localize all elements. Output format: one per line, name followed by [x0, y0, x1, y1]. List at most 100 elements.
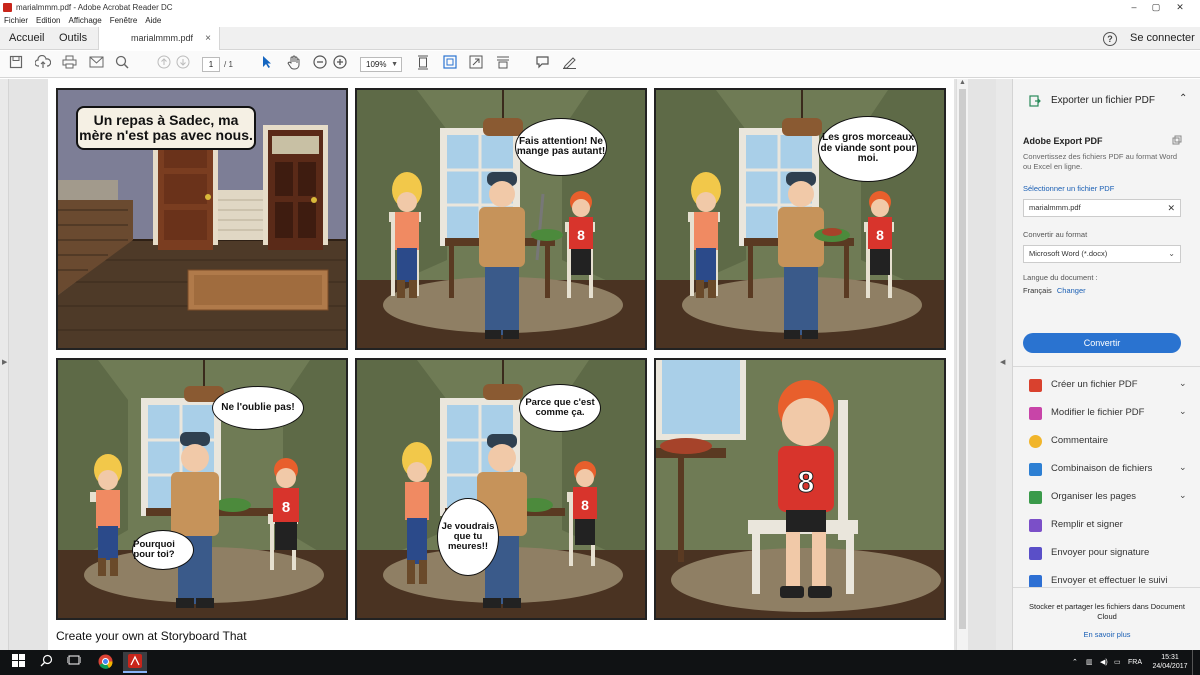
export-pdf-icon — [1029, 95, 1041, 107]
chevron-up-icon[interactable]: ⌃ — [1179, 93, 1187, 104]
tools-pane: Exporter un fichier PDF ⌃ Adobe Export P… — [1012, 79, 1200, 650]
fit-page-icon[interactable] — [414, 55, 432, 73]
scroll-up-icon[interactable]: ▲ — [959, 79, 966, 86]
storyboard-footer[interactable]: Create your own at Storyboard That — [56, 629, 247, 643]
battery-icon[interactable]: ▭ — [1114, 650, 1121, 675]
tool-fill-sign-label: Remplir et signer — [1051, 519, 1123, 530]
save-icon[interactable] — [7, 55, 25, 73]
svg-text:8: 8 — [282, 499, 290, 516]
scroll-mode-icon[interactable] — [494, 55, 512, 73]
menu-file[interactable]: Fichier — [0, 16, 32, 25]
chrome-icon[interactable] — [96, 654, 114, 671]
signin-button[interactable]: Se connecter — [1130, 27, 1195, 50]
next-page-icon[interactable] — [174, 55, 192, 73]
zoom-in-icon[interactable] — [331, 55, 349, 73]
tab-home[interactable]: Accueil — [9, 27, 44, 50]
dining-scene-5: 8 — [357, 360, 645, 618]
cloud-upload-icon[interactable] — [34, 54, 52, 73]
search-icon[interactable] — [38, 654, 54, 671]
acrobat-taskbar-icon[interactable] — [123, 652, 147, 673]
volume-icon[interactable]: ◀) — [1100, 650, 1108, 675]
tool-edit-pdf[interactable]: Modifier le fichier PDF ⌄ — [1013, 399, 1200, 427]
chevron-down-icon[interactable]: ⌄ — [1179, 462, 1187, 473]
sign-pen-icon[interactable] — [560, 55, 578, 73]
window-title: marialmmm.pdf - Adobe Acrobat Reader DC — [16, 2, 173, 12]
speech-bubble-p5-father: Parce que c'est comme ça. — [519, 384, 601, 432]
scrollbar-thumb[interactable] — [959, 89, 966, 629]
page-number-input[interactable]: 1 — [202, 57, 220, 72]
print-icon[interactable] — [60, 55, 78, 73]
document-language-label: Langue du document : — [1023, 273, 1098, 282]
rotate-icon[interactable] — [467, 55, 485, 73]
system-clock[interactable]: 15:31 24/04/2017 — [1150, 653, 1190, 671]
keyboard-language[interactable]: FRA — [1128, 650, 1142, 675]
clock-time: 15:31 — [1161, 654, 1179, 661]
select-pdf-link[interactable]: Sélectionner un fichier PDF — [1023, 184, 1114, 193]
tool-create-pdf[interactable]: Créer un fichier PDF ⌄ — [1013, 371, 1200, 399]
menu-bar: Fichier Edition Affichage Fenêtre Aide — [0, 14, 1200, 27]
pdf-page: Un repas à Sadec, ma mère n'est pas avec… — [48, 79, 954, 650]
copy-icon[interactable] — [1172, 135, 1182, 145]
network-icon[interactable]: ▥ — [1086, 650, 1093, 675]
export-pdf-label: Exporter un fichier PDF — [1051, 95, 1155, 106]
left-pane-toggle[interactable]: ▶ — [0, 79, 9, 650]
tool-comment[interactable]: Commentaire — [1013, 427, 1200, 455]
organize-pages-icon — [1029, 491, 1042, 504]
search-icon[interactable] — [113, 55, 131, 73]
tab-document[interactable]: marialmmm.pdf × — [98, 27, 220, 50]
menu-view[interactable]: Affichage — [64, 16, 105, 25]
zoom-out-icon[interactable] — [311, 55, 329, 73]
menu-edit[interactable]: Edition — [32, 16, 64, 25]
zoom-level-select[interactable]: 109% ▼ — [360, 57, 402, 72]
comic-panel-4: 8 Ne l'oublie pas! Pourquoi pour toi? — [56, 358, 348, 620]
tray-chevron-icon[interactable]: ⌃ — [1072, 650, 1078, 675]
document-tab-label: marialmmm.pdf — [131, 33, 194, 43]
panel-1-caption: Un repas à Sadec, ma mère n'est pas avec… — [76, 106, 256, 150]
tool-organize-pages[interactable]: Organiser les pages ⌄ — [1013, 483, 1200, 511]
chevron-down-icon[interactable]: ⌄ — [1179, 406, 1187, 417]
menu-window[interactable]: Fenêtre — [106, 16, 142, 25]
chevron-down-icon[interactable]: ⌄ — [1179, 490, 1187, 501]
convert-button[interactable]: Convertir — [1023, 333, 1181, 353]
help-icon[interactable]: ? — [1103, 32, 1117, 46]
hand-icon[interactable] — [285, 55, 303, 73]
close-tab-icon[interactable]: × — [205, 27, 211, 50]
comment-bubble-icon — [1029, 435, 1042, 448]
vertical-scrollbar[interactable]: ▲ — [956, 79, 968, 650]
comment-icon[interactable] — [533, 55, 551, 73]
email-icon[interactable] — [87, 55, 105, 73]
select-cursor-icon[interactable] — [258, 55, 276, 73]
change-language-link[interactable]: Changer — [1057, 286, 1086, 295]
windows-taskbar: ⌃ ▥ ◀) ▭ FRA 15:31 24/04/2017 — [0, 650, 1200, 675]
tab-tools[interactable]: Outils — [59, 27, 87, 50]
acrobat-app-icon — [3, 2, 12, 12]
chevron-down-icon[interactable]: ⌄ — [1179, 378, 1187, 389]
export-pdf-header[interactable]: Exporter un fichier PDF ⌃ — [1013, 79, 1200, 123]
close-window-button[interactable]: ✕ — [1158, 0, 1200, 14]
tool-send-signature[interactable]: Envoyer pour signature — [1013, 539, 1200, 567]
tool-fill-sign[interactable]: Remplir et signer — [1013, 511, 1200, 539]
chevron-left-icon: ◀ — [1000, 359, 1006, 366]
windows-start-icon[interactable] — [10, 654, 26, 671]
prev-page-icon[interactable] — [155, 55, 173, 73]
task-view-icon[interactable] — [66, 654, 82, 671]
svg-text:8: 8 — [876, 227, 884, 243]
tool-combine-files[interactable]: Combinaison de fichiers ⌄ — [1013, 455, 1200, 483]
clear-file-icon[interactable]: ✕ — [1167, 200, 1175, 216]
boy-closeup-scene: 8 — [656, 360, 944, 618]
page-total: / 1 — [224, 60, 233, 69]
menu-help[interactable]: Aide — [141, 16, 165, 25]
speech-bubble-p5-mother: Je voudrais que tu meures!! — [437, 498, 499, 576]
tool-send-signature-label: Envoyer pour signature — [1051, 547, 1150, 558]
zoom-level-value: 109% — [366, 60, 387, 69]
dining-scene-2: 8 — [357, 90, 645, 348]
create-pdf-icon — [1029, 379, 1042, 392]
format-select[interactable]: Microsoft Word (*.docx) ⌄ — [1023, 245, 1181, 263]
full-screen-icon[interactable] — [441, 55, 459, 73]
svg-text:8: 8 — [798, 466, 815, 499]
right-pane-toggle[interactable]: ◀ — [996, 79, 1012, 650]
selected-file-field[interactable]: marialmmm.pdf ✕ — [1023, 199, 1181, 217]
learn-more-link[interactable]: En savoir plus — [1023, 630, 1191, 639]
comic-panel-3: 8 Les gros morceaux de viande sont pour … — [654, 88, 946, 350]
show-desktop-button[interactable] — [1192, 650, 1200, 675]
